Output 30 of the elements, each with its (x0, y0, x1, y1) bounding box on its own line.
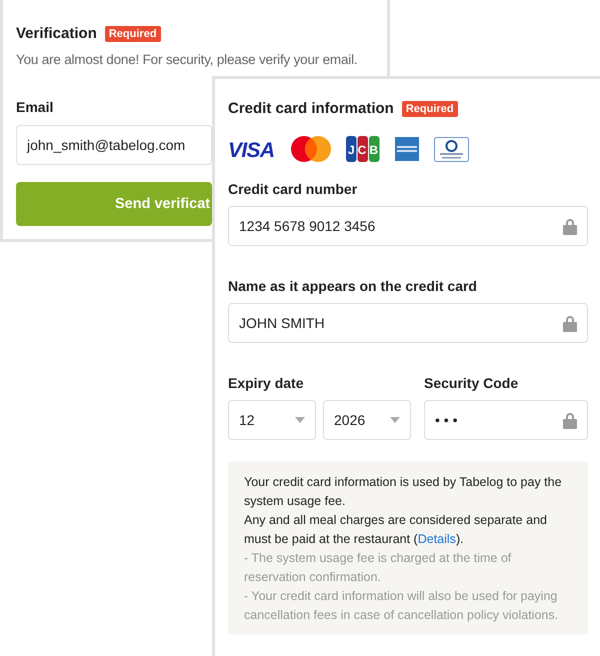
lock-icon (563, 314, 577, 332)
mastercard-logo (291, 136, 331, 162)
card-number-field[interactable]: 1234 5678 9012 3456 (228, 206, 588, 246)
caret-icon (390, 417, 400, 423)
year-select[interactable]: 2026 (323, 400, 411, 440)
note-text: Any and all meal charges are considered separate and must be paid at the restaurant (Details). (244, 512, 548, 548)
required-badge: Required (402, 100, 458, 116)
field-label: Expiry date (228, 375, 304, 391)
field-label: Name as it appears on the credit card (228, 278, 477, 294)
field-label: Security Code (424, 375, 518, 391)
required-badge: Required (104, 26, 161, 42)
note-text: - The system usage fee is charged at the time of reservation confirmation. (244, 550, 512, 586)
visa-logo: VISA (228, 139, 276, 159)
note-text: - Your credit card information will also be used for paying cancellation fees in case of cancellation policy violations. (244, 588, 560, 624)
section-title: Credit card information (228, 100, 394, 117)
field-label: Credit card number (228, 181, 358, 197)
note-text: Your credit card information is used by Tabelog to pay the system usage fee. (244, 474, 563, 510)
details-link[interactable]: Details (418, 532, 456, 546)
caret-icon (295, 417, 305, 423)
security-code-field[interactable]: • • • (424, 400, 588, 440)
email-field[interactable]: john_smith@tabelog.com (16, 125, 212, 165)
lock-icon (563, 218, 577, 234)
description-text: You are almost done! For security, please verify your email. (16, 52, 358, 67)
month-select[interactable]: 12 (228, 400, 316, 440)
diners-club-logo (434, 136, 469, 162)
section-title: Verification (16, 25, 97, 42)
field-label: Email (16, 99, 54, 115)
lock-icon (563, 412, 577, 428)
amex-logo (395, 137, 419, 161)
cardholder-name-field[interactable]: JOHN SMITH (228, 303, 588, 343)
